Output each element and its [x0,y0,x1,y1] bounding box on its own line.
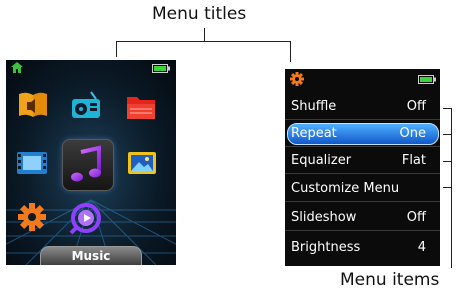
music-icon [71,145,101,182]
titles-bracket-right [290,41,291,62]
battery-icon [418,75,436,84]
podcast-icon[interactable] [69,201,101,235]
menu-item-value: Off [406,99,426,114]
photo-icon[interactable] [127,150,159,182]
menu-item-equalizer[interactable]: Equalizer Flat [285,149,440,174]
menu-titles-annotation: Menu titles [152,4,247,24]
titles-bracket-left [116,41,117,57]
menu-item-value: Flat [401,153,426,168]
settings-icon [290,72,304,86]
menu-item-value: One [399,126,426,141]
menu-item-label: Equalizer [291,153,352,168]
audiobooks-icon[interactable] [16,90,48,122]
menu-item-label: Repeat [291,126,337,141]
menu-item-slideshow[interactable]: Slideshow Off [285,206,440,231]
items-bracket-vertical [451,108,452,268]
items-bracket-tick-3 [443,161,452,162]
menu-items-annotation: Menu items [340,270,440,290]
settings-icon[interactable] [16,201,48,233]
menu-screen: Shuffle Off Repeat One Equalizer Flat Cu… [285,69,440,266]
home-screen-label: Music [40,246,142,265]
titles-bracket-stem [204,28,205,41]
items-bracket-tick-1 [443,108,452,109]
menu-item-label: Customize Menu [291,181,400,196]
menu-item-label: Brightness [291,240,361,255]
menu-status-bar [285,69,440,91]
video-icon[interactable] [15,148,47,180]
menu-item-customize-menu[interactable]: Customize Menu [285,177,440,202]
home-status-bar [6,60,176,76]
folder-icon[interactable] [125,92,157,124]
radio-icon[interactable] [69,90,101,122]
menu-item-label: Shuffle [291,99,337,114]
battery-icon [152,64,170,73]
music-tile-selected[interactable] [62,139,114,191]
items-bracket-tick-2 [443,134,452,135]
items-bracket-tick-4 [443,187,452,188]
home-icon[interactable] [11,62,23,73]
menu-item-value: 4 [417,240,426,255]
menu-item-repeat[interactable]: Repeat One [285,122,440,147]
home-screen: Music [6,60,176,265]
menu-item-label: Slideshow [291,210,357,225]
menu-item-brightness[interactable]: Brightness 4 [285,236,440,260]
menu-item-shuffle[interactable]: Shuffle Off [285,95,440,120]
titles-bracket-bar [116,41,291,42]
menu-item-value: Off [406,210,426,225]
